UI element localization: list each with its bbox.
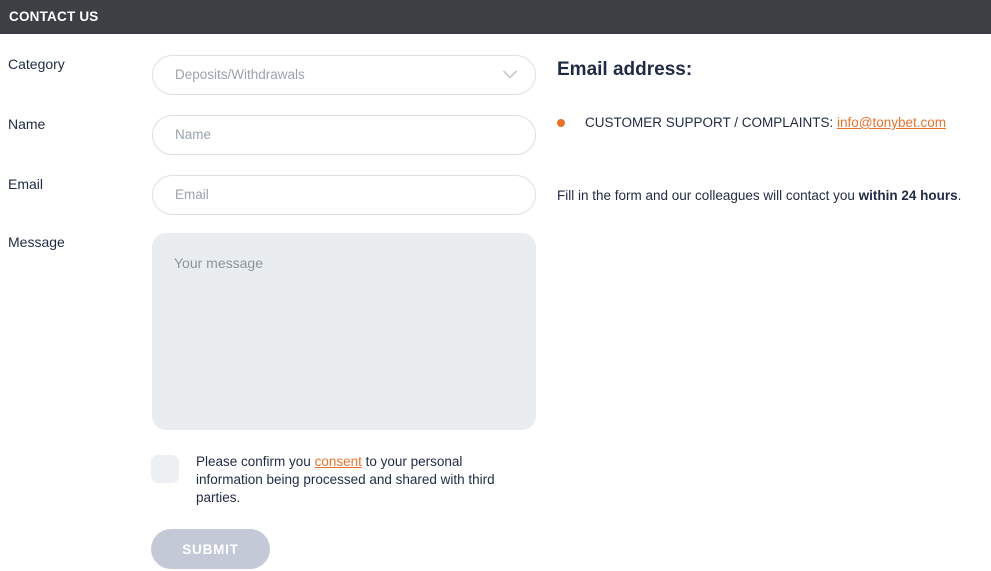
field-row-message: Message Your message: [0, 233, 551, 430]
email-input[interactable]: Email: [152, 175, 536, 215]
contact-form: Category Deposits/Withdrawals Name Name: [0, 34, 551, 571]
contact-line-prefix: CUSTOMER SUPPORT / COMPLAINTS:: [585, 115, 838, 130]
label-category: Category: [8, 56, 65, 72]
contact-line: CUSTOMER SUPPORT / COMPLAINTS: info@tony…: [585, 114, 946, 132]
note-text-after: .: [957, 188, 962, 203]
label-message: Message: [8, 234, 65, 250]
control-name: Name: [152, 115, 536, 155]
consent-text: Please confirm you consent to your perso…: [196, 453, 518, 507]
consent-text-before: Please confirm you: [196, 454, 315, 469]
response-time-note: Fill in the form and our colleagues will…: [557, 187, 977, 205]
control-message: Your message: [152, 233, 536, 430]
name-input-placeholder: Name: [175, 127, 212, 143]
chevron-down-icon[interactable]: [503, 70, 517, 80]
message-textarea-placeholder: Your message: [174, 255, 263, 271]
message-textarea[interactable]: Your message: [152, 233, 536, 430]
note-text-bold: within 24 hours: [858, 188, 958, 203]
list-item: CUSTOMER SUPPORT / COMPLAINTS: info@tony…: [557, 114, 946, 132]
field-row-email: Email Email: [0, 175, 551, 215]
email-input-placeholder: Email: [175, 187, 209, 203]
submit-button[interactable]: SUBMIT: [151, 529, 270, 569]
page-header-bar: CONTACT US: [0, 0, 991, 34]
consent-row: Please confirm you consent to your perso…: [151, 453, 535, 507]
label-email: Email: [8, 176, 44, 192]
field-row-category: Category Deposits/Withdrawals: [0, 55, 551, 95]
email-address-list: CUSTOMER SUPPORT / COMPLAINTS: info@tony…: [557, 114, 946, 132]
category-select[interactable]: Deposits/Withdrawals: [152, 55, 536, 95]
name-input[interactable]: Name: [152, 115, 536, 155]
consent-link[interactable]: consent: [315, 454, 362, 469]
page-title: CONTACT US: [9, 9, 99, 25]
consent-checkbox[interactable]: [151, 455, 179, 483]
page-body: Category Deposits/Withdrawals Name Name: [0, 34, 991, 571]
support-email-link[interactable]: info@tonybet.com: [837, 115, 946, 130]
field-row-name: Name Name: [0, 115, 551, 155]
bullet-dot-icon: [557, 119, 565, 127]
control-category: Deposits/Withdrawals: [152, 55, 536, 95]
category-selected-value: Deposits/Withdrawals: [175, 67, 305, 83]
info-heading: Email address:: [557, 59, 693, 80]
note-text-before: Fill in the form and our colleagues will…: [557, 188, 859, 203]
label-name: Name: [8, 116, 46, 132]
control-email: Email: [152, 175, 536, 215]
